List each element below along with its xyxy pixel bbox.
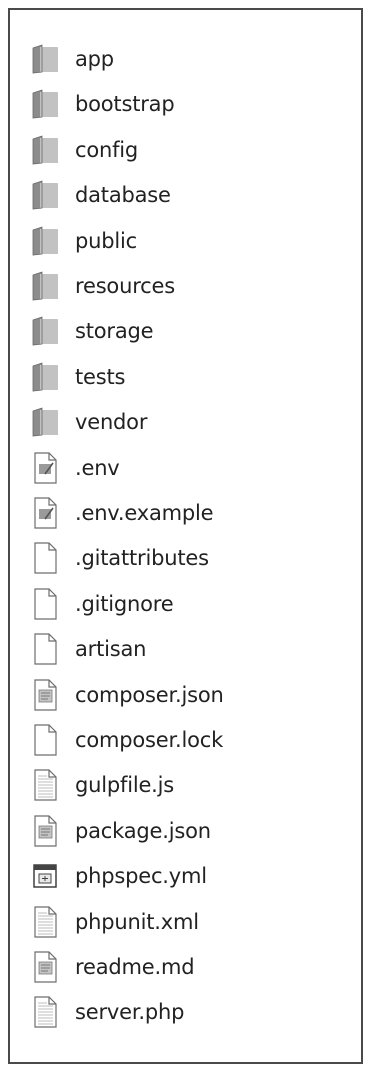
file-item[interactable]: server.php — [30, 992, 350, 1032]
folder-icon — [30, 133, 60, 167]
file-item[interactable]: .gitattributes — [30, 538, 350, 578]
file-item[interactable]: gulpfile.js — [30, 765, 350, 805]
file-item[interactable]: tests — [30, 357, 350, 397]
text-file-icon — [30, 995, 60, 1029]
config-file-icon — [30, 859, 60, 893]
file-name: public — [75, 228, 137, 253]
file-name: composer.json — [75, 682, 224, 707]
file-name: database — [75, 183, 171, 208]
folder-icon — [30, 224, 60, 258]
file-name: readme.md — [75, 955, 195, 979]
file-name: storage — [75, 319, 154, 344]
file-item[interactable]: bootstrap — [30, 84, 350, 124]
file-item[interactable]: storage — [30, 311, 350, 351]
file-item[interactable]: readme.md — [30, 947, 350, 987]
blank-file-icon — [30, 587, 60, 621]
folder-icon — [30, 42, 60, 76]
file-name: bootstrap — [75, 92, 175, 117]
file-name: .env.example — [75, 501, 214, 525]
file-item[interactable]: phpunit.xml — [30, 902, 350, 942]
file-name: app — [75, 47, 114, 71]
file-item[interactable]: app — [30, 39, 350, 79]
file-name: .env — [75, 455, 120, 480]
folder-icon — [30, 405, 60, 439]
file-item[interactable]: .gitignore — [30, 584, 350, 624]
file-name: config — [75, 137, 139, 162]
file-item[interactable]: database — [30, 175, 350, 215]
file-item[interactable]: composer.json — [30, 675, 350, 715]
blank-file-icon — [30, 723, 60, 757]
file-name: server.php — [75, 1000, 185, 1025]
file-item[interactable]: artisan — [30, 629, 350, 669]
file-name: gulpfile.js — [75, 773, 175, 798]
file-name: tests — [75, 364, 126, 389]
file-name: resources — [75, 274, 175, 298]
folder-icon — [30, 360, 60, 394]
file-item[interactable]: public — [30, 221, 350, 261]
folder-icon — [30, 269, 60, 303]
file-item[interactable]: phpspec.yml — [30, 856, 350, 896]
file-item[interactable]: .env — [30, 448, 350, 488]
env-file-icon — [30, 451, 60, 485]
file-name: package.json — [75, 818, 211, 843]
file-name: vendor — [75, 410, 148, 435]
file-item[interactable]: resources — [30, 266, 350, 306]
file-item[interactable]: package.json — [30, 811, 350, 851]
file-name: .gitattributes — [75, 546, 209, 571]
file-name: .gitignore — [75, 591, 174, 616]
file-item[interactable]: config — [30, 130, 350, 170]
file-name: phpunit.xml — [75, 909, 199, 934]
document-file-icon — [30, 678, 60, 712]
blank-file-icon — [30, 541, 60, 575]
file-item[interactable]: vendor — [30, 402, 350, 442]
file-name: composer.lock — [75, 728, 224, 752]
file-item[interactable]: composer.lock — [30, 720, 350, 760]
blank-file-icon — [30, 632, 60, 666]
file-name: phpspec.yml — [75, 864, 207, 889]
folder-icon — [30, 87, 60, 121]
text-file-icon — [30, 905, 60, 939]
text-file-icon — [30, 768, 60, 802]
file-item[interactable]: .env.example — [30, 493, 350, 533]
file-name: artisan — [75, 637, 147, 662]
env-file-icon — [30, 496, 60, 530]
folder-icon — [30, 314, 60, 348]
folder-icon — [30, 178, 60, 212]
document-file-icon — [30, 950, 60, 984]
document-file-icon — [30, 814, 60, 848]
file-explorer-panel: app bootstrap config database public resource… — [8, 8, 363, 1064]
